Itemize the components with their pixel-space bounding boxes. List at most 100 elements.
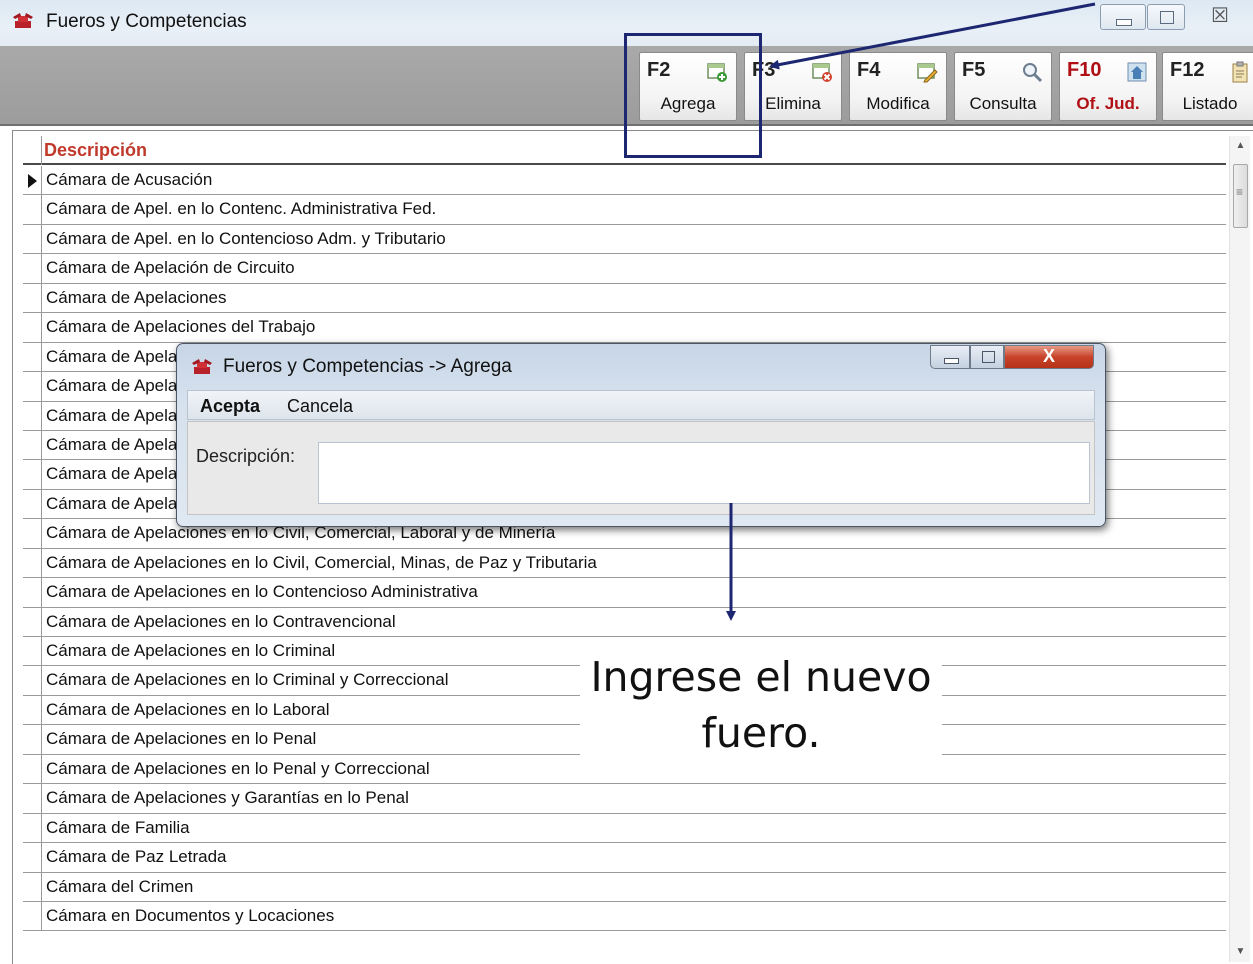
row-indicator[interactable]	[23, 195, 42, 224]
dialog-close-button[interactable]: X	[1004, 345, 1094, 369]
query-label: Consulta	[969, 94, 1037, 113]
app-logo-icon	[192, 359, 212, 374]
description-cell: Cámara de Apela	[46, 346, 178, 366]
list-button[interactable]: F12 Listado	[1162, 52, 1253, 121]
scroll-up-arrow-icon[interactable]: ▲	[1230, 136, 1251, 156]
row-indicator[interactable]	[23, 401, 42, 430]
annotation-caption-line-2: fuero.	[701, 709, 821, 757]
row-indicator[interactable]	[23, 901, 42, 931]
description-cell: Cámara de Apelaciones en lo Civil, Comer…	[46, 552, 597, 572]
table-row[interactable]: Cámara de Apelaciones en lo Contravencio…	[23, 607, 1226, 637]
description-cell: Cámara de Apela	[46, 434, 178, 454]
description-field-label: Descripción:	[196, 446, 296, 466]
row-indicator-column-header	[41, 136, 42, 165]
dialog-maximize-button[interactable]	[970, 345, 1004, 369]
row-indicator[interactable]	[23, 283, 42, 313]
table-row[interactable]: Cámara de Apel. en lo Contencioso Adm. y…	[23, 224, 1226, 255]
annotation-caption-line-1: Ingrese el nuevo	[590, 653, 932, 701]
edit-shortcut-key: F4	[857, 59, 881, 81]
row-indicator[interactable]	[23, 754, 42, 784]
row-indicator[interactable]	[23, 784, 42, 813]
row-indicator[interactable]	[23, 372, 42, 401]
grid-rows: Cámara de Acusación Cámara de Apel. en lo…	[23, 166, 1226, 932]
scroll-down-arrow-icon[interactable]: ▼	[1230, 942, 1251, 962]
description-cell: Cámara de Apelación de Circuito	[46, 258, 295, 278]
accept-menu-item[interactable]: Acepta	[200, 396, 260, 417]
search-icon	[1023, 63, 1043, 83]
description-cell: Cámara de Apelaciones en lo Penal y Corr…	[46, 758, 430, 778]
table-row[interactable]: Cámara de Apelaciones	[23, 283, 1226, 314]
row-indicator[interactable]	[23, 519, 42, 548]
judicial-office-shortcut-key: F10	[1067, 59, 1102, 81]
row-indicator[interactable]	[23, 872, 42, 901]
row-indicator[interactable]	[23, 666, 42, 695]
row-indicator[interactable]	[23, 813, 42, 843]
current-row-arrow-icon	[28, 174, 37, 188]
table-row[interactable]: Cámara de Apelaciones y Garantías en lo …	[23, 784, 1226, 814]
cancel-menu-item[interactable]: Cancela	[287, 396, 353, 417]
description-cell: Cámara de Apelaciones en lo Laboral	[46, 699, 330, 719]
vertical-scrollbar[interactable]: ▲ ▼	[1229, 136, 1250, 962]
annotation-caption: Ingrese el nuevo fuero.	[580, 645, 942, 765]
row-indicator[interactable]	[23, 166, 42, 195]
edit-label: Modifica	[866, 94, 930, 113]
dialog-menubar: Acepta Cancela	[187, 390, 1095, 420]
row-indicator[interactable]	[23, 578, 42, 607]
edit-button[interactable]: F4 Modifica	[849, 52, 947, 121]
row-indicator[interactable]	[23, 313, 42, 342]
delete-record-icon	[812, 63, 832, 82]
table-row[interactable]: Cámara de Paz Letrada	[23, 843, 1226, 873]
dialog-minimize-button[interactable]	[930, 345, 970, 369]
close-button[interactable]: ☒	[1200, 4, 1240, 30]
description-cell: Cámara de Apel. en lo Contenc. Administr…	[46, 199, 437, 219]
dialog-body: Descripción:	[187, 421, 1095, 515]
row-indicator[interactable]	[23, 342, 42, 372]
table-row[interactable]: Cámara de Apelaciones en lo Civil, Comer…	[23, 548, 1226, 579]
description-cell: Cámara de Acusación	[46, 170, 213, 189]
scrollbar-thumb[interactable]	[1233, 164, 1248, 228]
row-indicator[interactable]	[23, 489, 42, 519]
query-shortcut-key: F5	[962, 59, 986, 81]
minimize-button[interactable]	[1100, 4, 1146, 30]
table-row[interactable]: Cámara del Crimen	[23, 872, 1226, 902]
description-cell: Cámara de Apela	[46, 376, 178, 396]
description-cell: Cámara de Apela	[46, 405, 178, 425]
description-cell: Cámara de Apela	[46, 464, 178, 484]
window-title: Fueros y Competencias	[46, 11, 247, 32]
query-button[interactable]: F5 Consulta	[954, 52, 1052, 121]
add-dialog: Fueros y Competencias -> Agrega X Acepta…	[176, 343, 1106, 527]
description-cell: Cámara de Apelaciones en lo Criminal	[46, 641, 336, 660]
table-row[interactable]: Cámara de Familia	[23, 813, 1226, 844]
clipboard-icon	[1232, 61, 1248, 83]
description-cell: Cámara de Paz Letrada	[46, 847, 227, 867]
description-cell: Cámara de Familia	[46, 817, 190, 837]
row-indicator[interactable]	[23, 695, 42, 725]
table-row[interactable]: Cámara en Documentos y Locaciones	[23, 901, 1226, 932]
column-header-descripcion[interactable]: Descripción	[44, 140, 147, 161]
row-indicator[interactable]	[23, 843, 42, 872]
judicial-office-button[interactable]: F10 Of. Jud.	[1059, 52, 1157, 121]
row-indicator[interactable]	[23, 224, 42, 254]
row-indicator[interactable]	[23, 430, 42, 460]
table-row[interactable]: Cámara de Apelación de Circuito	[23, 254, 1226, 284]
table-row[interactable]: Cámara de Acusación	[23, 166, 1226, 196]
row-indicator[interactable]	[23, 548, 42, 578]
row-indicator[interactable]	[23, 725, 42, 754]
app-logo-icon	[13, 13, 33, 28]
table-row[interactable]: Cámara de Apelaciones en lo Contencioso …	[23, 578, 1226, 608]
row-indicator[interactable]	[23, 637, 42, 666]
row-indicator[interactable]	[23, 607, 42, 636]
description-cell: Cámara de Apela	[46, 493, 178, 513]
description-input[interactable]	[318, 442, 1090, 504]
table-row[interactable]: Cámara de Apel. en lo Contenc. Administr…	[23, 195, 1226, 225]
building-icon	[1127, 62, 1147, 82]
row-indicator[interactable]	[23, 460, 42, 489]
maximize-button[interactable]	[1147, 4, 1185, 30]
list-label: Listado	[1182, 94, 1238, 113]
row-indicator[interactable]	[23, 254, 42, 283]
data-grid: Descripción Cámara de Acusación Cámara de…	[12, 130, 1253, 964]
judicial-office-label: Of. Jud.	[1076, 94, 1140, 113]
table-row[interactable]: Cámara de Apelaciones del Trabajo	[23, 313, 1226, 343]
dialog-title: Fueros y Competencias -> Agrega	[223, 356, 512, 377]
description-cell: Cámara de Apelaciones en lo Criminal y C…	[46, 670, 449, 690]
